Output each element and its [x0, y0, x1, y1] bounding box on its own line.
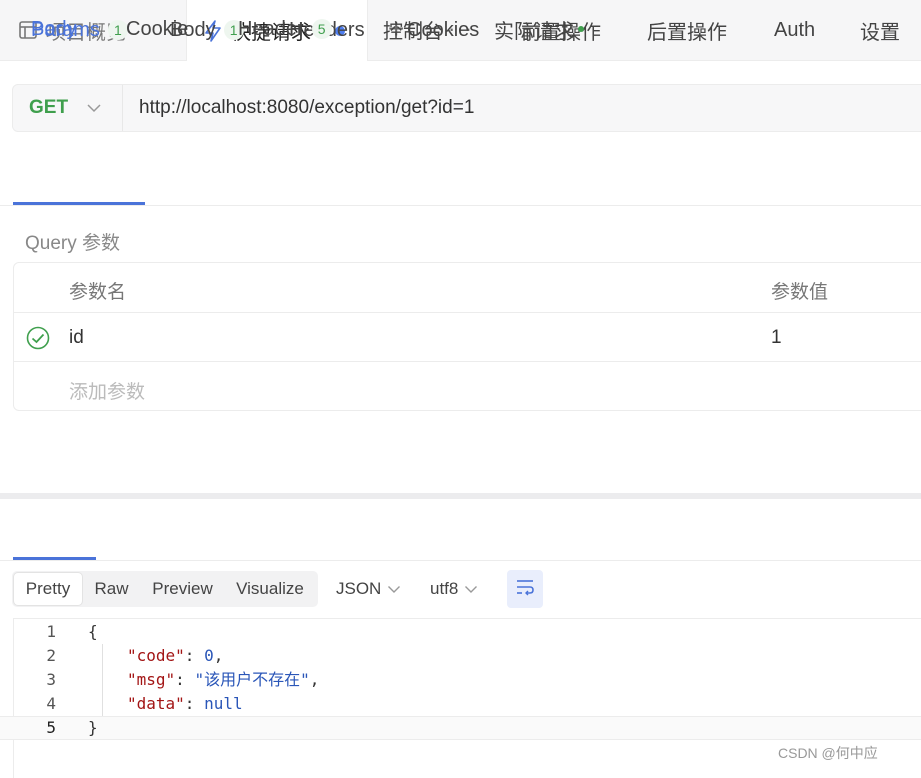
- status-dot-icon: [578, 26, 584, 32]
- mode-visualize-button[interactable]: Visualize: [225, 571, 315, 607]
- json-value: 0: [204, 646, 214, 665]
- json-key: "data": [127, 694, 185, 713]
- code-text: "data": null: [127, 694, 243, 713]
- mode-raw-button[interactable]: Raw: [83, 571, 140, 607]
- json-comma: ,: [213, 646, 224, 665]
- mode-preview-button[interactable]: Preview: [140, 571, 225, 607]
- mode-pretty-button[interactable]: Pretty: [13, 572, 83, 606]
- code-line: 2 "code": 0,: [0, 644, 921, 668]
- response-tab-actual-request[interactable]: 实际请求: [494, 0, 584, 58]
- url-bar: GET http://localhost:8080/exception/get?…: [12, 84, 921, 132]
- active-response-tab-underline: [13, 557, 96, 560]
- chevron-down-icon: [86, 103, 102, 113]
- code-text: {: [88, 622, 98, 641]
- encoding-label: utf8: [430, 579, 459, 598]
- response-tab-console[interactable]: 控制台: [383, 0, 443, 58]
- code-line: 1 {: [0, 620, 921, 644]
- query-params-label: Query 参数: [25, 233, 121, 254]
- tab-auth[interactable]: Auth: [774, 0, 815, 60]
- content-type-label: JSON: [336, 579, 382, 598]
- params-count-badge: 1: [107, 20, 128, 40]
- json-value: "该用户不存在": [194, 670, 310, 689]
- code-line-current: 5 }: [0, 716, 921, 740]
- code-text: "msg": "该用户不存在",: [127, 670, 320, 689]
- response-tab-actual-request-label: 实际请求: [494, 20, 574, 43]
- code-text: "code": 0,: [127, 646, 224, 665]
- json-key: "code": [127, 646, 185, 665]
- url-input[interactable]: http://localhost:8080/exception/get?id=1: [123, 97, 474, 119]
- param-name-header: 参数名: [69, 282, 127, 303]
- param-name-cell[interactable]: id: [69, 327, 84, 349]
- content-type-select[interactable]: JSON: [336, 571, 401, 607]
- chevron-down-icon: [387, 585, 401, 594]
- panel-splitter[interactable]: [0, 493, 921, 499]
- word-wrap-icon: [515, 578, 535, 601]
- json-comma: ,: [309, 670, 320, 689]
- header-count-badge: 5: [311, 19, 332, 39]
- method-label: GET: [29, 97, 69, 118]
- watermark: CSDN @何中应: [778, 745, 878, 761]
- json-key: "msg": [127, 670, 176, 689]
- table-divider: [14, 361, 921, 362]
- response-tab-header[interactable]: Header 5: [238, 0, 332, 58]
- tab-post-operations[interactable]: 后置操作: [647, 0, 727, 60]
- response-tabs: [0, 502, 921, 561]
- line-number: 5: [46, 718, 56, 737]
- format-mode-segment: Pretty Raw Preview Visualize: [12, 571, 318, 607]
- word-wrap-button[interactable]: [507, 570, 543, 608]
- line-number: 1: [46, 622, 56, 641]
- response-tab-header-label: Header: [238, 17, 304, 40]
- request-tabs: [0, 145, 921, 206]
- code-text: }: [88, 718, 98, 737]
- code-line: 4 "data": null: [0, 692, 921, 716]
- line-number: 3: [46, 670, 56, 689]
- param-value-cell[interactable]: 1: [771, 327, 782, 349]
- param-value-header: 参数值: [771, 282, 829, 303]
- param-enabled-checkbox[interactable]: [26, 326, 50, 355]
- response-tab-cookie[interactable]: Cookie: [126, 0, 188, 58]
- add-param-input[interactable]: 添加参数: [69, 377, 145, 404]
- encoding-select[interactable]: utf8: [430, 571, 478, 607]
- chevron-down-icon: [464, 585, 478, 594]
- code-line: 3 "msg": "该用户不存在",: [0, 668, 921, 692]
- json-value: null: [204, 694, 243, 713]
- active-tab-underline: [13, 202, 145, 205]
- table-divider: [14, 312, 921, 313]
- response-tab-body[interactable]: Body: [31, 0, 77, 58]
- line-number: 2: [46, 646, 56, 665]
- check-circle-icon: [26, 326, 50, 354]
- tab-settings[interactable]: 设置: [860, 0, 900, 60]
- line-number: 4: [46, 694, 56, 713]
- method-select[interactable]: GET: [13, 85, 123, 131]
